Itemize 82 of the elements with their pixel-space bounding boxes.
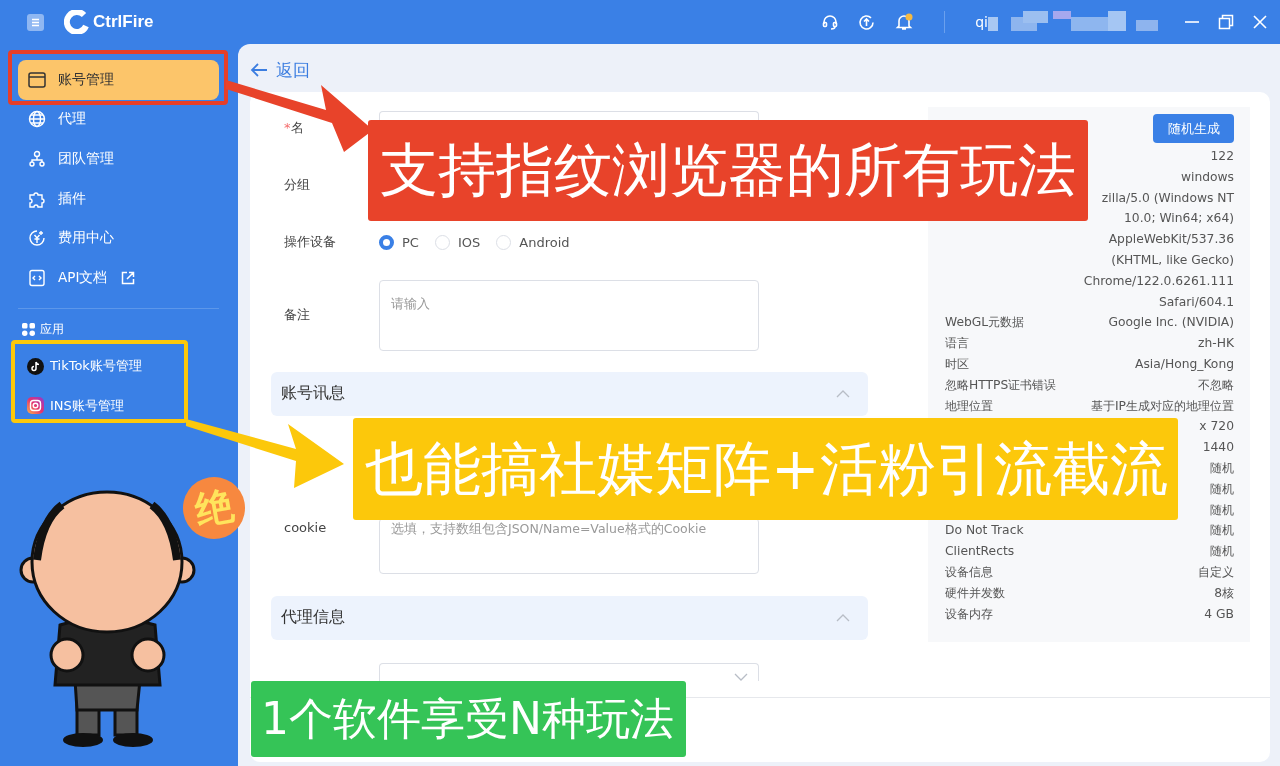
- external-link-icon[interactable]: [121, 270, 136, 285]
- app-item[interactable]: TikTok账号管理: [18, 346, 219, 387]
- section-title: 账号讯息: [281, 383, 345, 405]
- grid-icon: [22, 322, 35, 336]
- property-label: 忽略HTTPS证书错误: [945, 376, 1057, 394]
- property-value: 随机: [1210, 543, 1234, 561]
- property-value: windows: [1180, 168, 1234, 186]
- property-label: Do Not Track: [945, 522, 1024, 540]
- property-label: 地理位置: [945, 397, 993, 415]
- property-label: WebGL元数据: [945, 314, 1025, 332]
- section-title: 应用: [40, 320, 64, 338]
- chevron-down-icon: [734, 673, 748, 681]
- username[interactable]: qi: [975, 14, 988, 30]
- camera-icon: [27, 397, 44, 415]
- code-document-icon: [28, 268, 46, 287]
- window-icon: [28, 71, 46, 88]
- property-label: 语言: [945, 335, 969, 353]
- property-value: 不忽略: [1198, 376, 1234, 394]
- property-value: Google Inc. (NVIDIA): [1108, 314, 1234, 332]
- coin-icon: [28, 229, 46, 248]
- radio-option[interactable]: Android: [496, 234, 570, 250]
- property-value: 自定义: [1198, 563, 1234, 581]
- back-arrow-icon: [250, 62, 268, 78]
- property-label: 设备信息: [945, 563, 993, 581]
- property-value: 随机: [1210, 501, 1234, 519]
- field-label: cookie: [284, 520, 328, 536]
- property-value: x 720: [1199, 418, 1234, 436]
- upload-icon[interactable]: [857, 12, 877, 32]
- property-value: 8核: [1214, 584, 1234, 602]
- promo-banner: 也能搞社媒矩阵+活粉引流截流: [353, 418, 1178, 520]
- property-value: (KHTML, like Gecko): [1111, 252, 1234, 269]
- puzzle-icon: [28, 189, 46, 208]
- text-area[interactable]: 选填，支持数组包含JSON/Name=Value格式的Cookie: [379, 518, 759, 575]
- property-value: Chrome/122.0.6261.111: [1083, 272, 1234, 290]
- sidebar-item[interactable]: 插件: [18, 185, 219, 213]
- globe-icon: [28, 110, 46, 129]
- property-value: 随机: [1210, 522, 1234, 540]
- field-label: 操作设备: [284, 233, 337, 251]
- sidebar-item[interactable]: 费用中心: [18, 224, 219, 252]
- menu-icon[interactable]: [27, 13, 44, 31]
- field-label: 备注: [284, 306, 311, 325]
- app-logo-text: CtrlFire: [93, 12, 154, 32]
- promo-banner: 1个软件享受N种玩法: [251, 681, 686, 757]
- promo-banner: 支持指纹浏览器的所有玩法: [368, 120, 1088, 221]
- property-value: AppleWebKit/537.36: [1108, 231, 1234, 249]
- property-label: 硬件并发数: [945, 584, 1005, 602]
- music-note-icon: [27, 357, 44, 375]
- restore-icon[interactable]: [1218, 14, 1234, 30]
- property-value: 1440: [1202, 439, 1234, 457]
- headset-icon[interactable]: [821, 13, 840, 31]
- team-icon: [28, 150, 46, 168]
- section-header[interactable]: 账号讯息: [271, 371, 868, 417]
- property-value: 122: [1210, 148, 1234, 165]
- sidebar-item[interactable]: API文档: [18, 264, 219, 292]
- property-value: Safari/604.1: [1158, 293, 1234, 311]
- property-value: 4 GB: [1204, 605, 1234, 623]
- field-label: 分组: [284, 176, 311, 194]
- bell-icon[interactable]: [894, 12, 915, 32]
- sidebar-item[interactable]: 团队管理: [18, 145, 219, 173]
- property-label: 时区: [945, 355, 969, 373]
- logo-icon: [64, 10, 90, 34]
- field-label: *名: [284, 119, 305, 137]
- property-label: ClientRects: [945, 543, 1015, 561]
- text-area[interactable]: 请输入: [379, 279, 759, 351]
- radio-option[interactable]: IOS: [434, 234, 481, 250]
- property-value: zilla/5.0 (Windows NT: [1101, 189, 1234, 207]
- property-value: 随机: [1210, 459, 1234, 477]
- property-label: 设备内存: [945, 605, 993, 623]
- property-value: 随机: [1210, 480, 1234, 498]
- property-value: Asia/Hong_Kong: [1135, 355, 1234, 373]
- section-header[interactable]: 代理信息: [271, 595, 868, 640]
- app-item[interactable]: INS账号管理: [18, 386, 219, 426]
- property-value: 基于IP生成对应的地理位置: [1090, 397, 1234, 415]
- section-title: 代理信息: [281, 607, 345, 629]
- sidebar-item[interactable]: 代理: [18, 105, 219, 133]
- back-link[interactable]: 返回: [250, 58, 1270, 82]
- close-icon[interactable]: [1252, 14, 1268, 30]
- property-value: 10.0; Win64; x64): [1124, 210, 1234, 228]
- sidebar-item[interactable]: 账号管理: [18, 60, 219, 100]
- randomize-button[interactable]: 随机生成: [1153, 114, 1234, 143]
- property-value: zh-HK: [1198, 335, 1234, 353]
- radio-option[interactable]: PC: [379, 234, 419, 250]
